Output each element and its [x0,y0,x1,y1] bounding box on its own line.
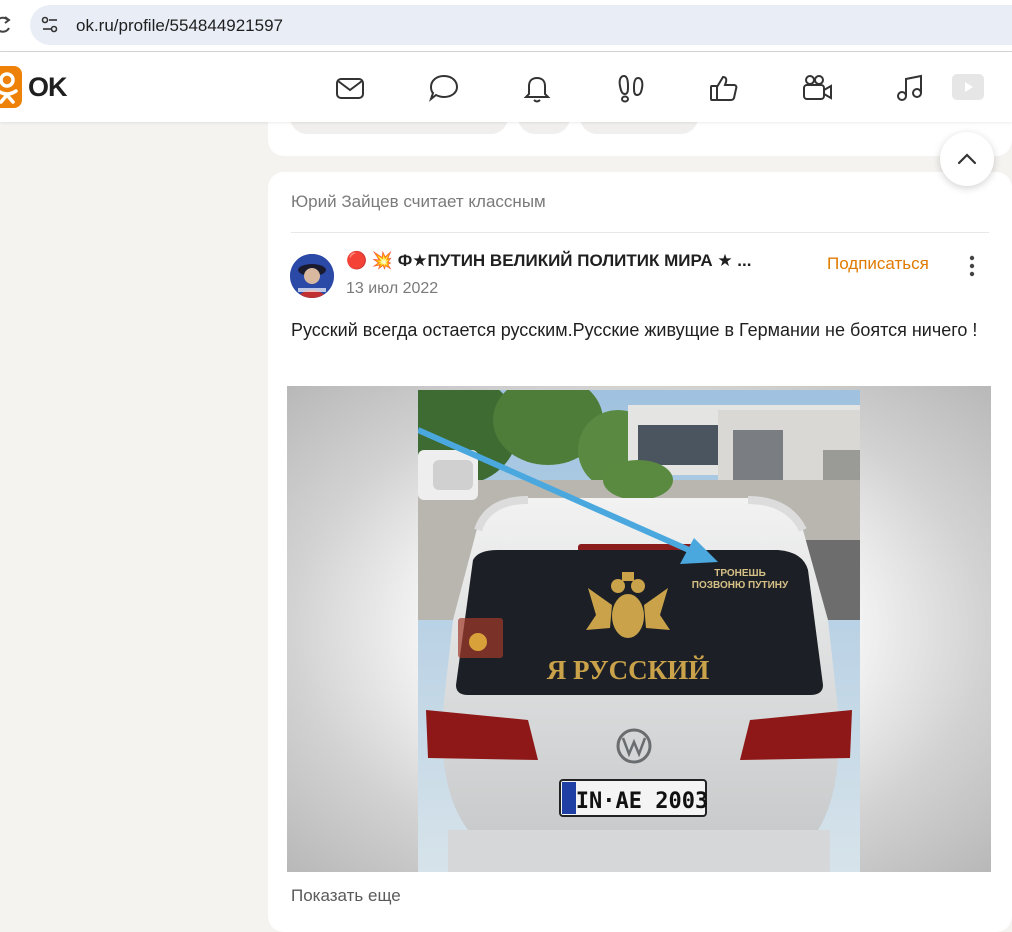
post-date[interactable]: 13 июл 2022 [346,280,438,298]
like-icon[interactable] [708,72,740,104]
site-settings-icon[interactable] [40,15,60,35]
music-icon[interactable] [894,72,926,104]
video-icon[interactable] [801,72,833,104]
post-card: Юрий Зайцев считает классным 🔴 💥 Ф★ПУТИН… [268,172,1012,932]
scroll-to-top-button[interactable] [940,132,994,186]
ok-logo-icon[interactable] [0,66,22,108]
car-photo-image: Я РУССКИЙ ТРОНЕШЬ ПОЗВОНЮ ПУТИНУ IN·AE 2… [418,390,860,872]
post-text: Русский всегда остается русским.Русские … [291,320,978,340]
browser-toolbar: ok.ru/profile/554844921597 [0,0,1012,52]
chat-icon[interactable] [428,72,460,104]
mail-icon[interactable] [334,72,366,104]
bell-icon[interactable] [521,72,553,104]
guests-icon[interactable] [615,72,647,104]
window-main-text: Я РУССКИЙ [547,655,709,685]
post-photo[interactable]: Я РУССКИЙ ТРОНЕШЬ ПОЗВОНЮ ПУТИНУ IN·AE 2… [287,386,991,872]
group-name-link[interactable]: 🔴 💥 Ф★ПУТИН ВЕЛИКИЙ ПОЛИТИК МИРА ★ ... [346,251,751,271]
chevron-up-icon [957,153,977,165]
window-top-text-1: ТРОНЕШЬ [714,568,766,579]
site-header: OK [0,52,1012,122]
avatar[interactable] [290,254,334,298]
activity-line[interactable]: Юрий Зайцев считает классным [291,192,546,212]
plate-text: IN·AE 2003 [576,789,708,814]
ok-logo-text[interactable]: OK [28,72,67,103]
more-options-icon[interactable] [962,254,982,278]
window-top-text-2: ПОЗВОНЮ ПУТИНУ [692,580,789,591]
subscribe-button[interactable]: Подписаться [827,254,929,274]
url-text[interactable]: ok.ru/profile/554844921597 [76,16,283,36]
games-icon[interactable] [952,72,984,104]
reload-icon[interactable] [0,14,14,36]
divider [291,232,989,233]
show-more-link[interactable]: Показать еще [291,886,401,906]
address-bar[interactable]: ok.ru/profile/554844921597 [30,5,1012,45]
